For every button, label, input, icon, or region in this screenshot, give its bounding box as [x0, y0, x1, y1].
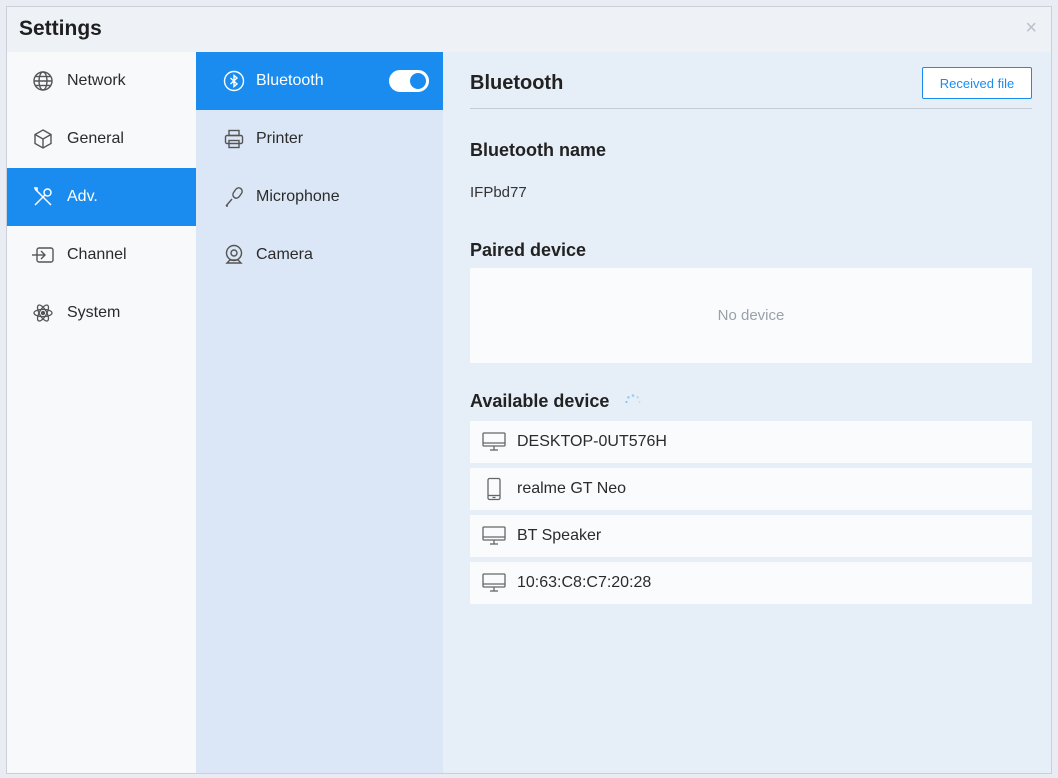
list-item[interactable]: realme GT Neo — [470, 468, 1032, 510]
device-name: 10:63:C8:C7:20:28 — [517, 574, 652, 591]
toggle-knob — [410, 73, 426, 89]
sidebar-item-label: General — [67, 130, 124, 147]
bluetooth-icon — [222, 69, 246, 93]
submenu-item-label: Bluetooth — [256, 72, 324, 89]
device-name: realme GT Neo — [517, 480, 627, 497]
submenu-item-label: Camera — [256, 246, 313, 263]
divider — [470, 108, 1032, 109]
bluetooth-name-value: IFPbd77 — [470, 184, 527, 201]
settings-sidebar: Network General Adv. Channel System — [7, 52, 196, 773]
phone-icon — [480, 477, 508, 501]
submenu-item-label: Printer — [256, 130, 304, 147]
device-name: BT Speaker — [517, 527, 602, 544]
submenu-item-printer[interactable]: Printer — [196, 110, 443, 168]
close-icon[interactable]: × — [1025, 17, 1037, 40]
paired-device-list: No device — [470, 268, 1032, 363]
device-name: DESKTOP-0UT576H — [517, 433, 667, 450]
sidebar-item-adv[interactable]: Adv. — [7, 168, 196, 226]
microphone-icon — [222, 185, 246, 209]
input-icon — [31, 243, 55, 267]
monitor-icon — [480, 524, 508, 548]
title-bar: Settings × — [7, 7, 1051, 52]
sidebar-item-network[interactable]: Network — [7, 52, 196, 110]
atom-icon — [31, 301, 55, 325]
monitor-icon — [480, 430, 508, 454]
bluetooth-toggle[interactable] — [389, 70, 429, 92]
submenu-item-camera[interactable]: Camera — [196, 226, 443, 284]
loading-spinner-icon — [624, 393, 642, 411]
submenu-item-label: Microphone — [256, 188, 340, 205]
sidebar-item-label: System — [67, 304, 121, 321]
cube-icon — [31, 127, 55, 151]
list-item[interactable]: 10:63:C8:C7:20:28 — [470, 562, 1032, 604]
paired-empty-text: No device — [717, 307, 785, 324]
available-device-heading: Available device — [470, 391, 610, 411]
sidebar-item-label: Network — [67, 72, 126, 89]
received-file-button[interactable]: Received file — [922, 67, 1032, 99]
list-item[interactable]: BT Speaker — [470, 515, 1032, 557]
sidebar-item-general[interactable]: General — [7, 110, 196, 168]
sidebar-item-label: Adv. — [67, 188, 98, 205]
camera-icon — [222, 243, 246, 267]
sidebar-item-label: Channel — [67, 246, 127, 263]
monitor-icon — [480, 571, 508, 595]
printer-icon — [222, 127, 246, 151]
adv-submenu: Bluetooth Printer Microphone Camera — [196, 52, 443, 773]
list-item[interactable]: DESKTOP-0UT576H — [470, 421, 1032, 463]
settings-window: Settings × Network General Adv. Channel … — [6, 6, 1052, 774]
available-device-list: DESKTOP-0UT576H realme GT Neo BT Speaker — [470, 421, 1032, 609]
bluetooth-panel: Bluetooth Received file Bluetooth name I… — [443, 52, 1051, 773]
sidebar-item-channel[interactable]: Channel — [7, 226, 196, 284]
submenu-item-bluetooth[interactable]: Bluetooth — [196, 52, 443, 110]
available-device-header: Available device — [470, 391, 642, 412]
sidebar-item-system[interactable]: System — [7, 284, 196, 342]
bluetooth-name-heading: Bluetooth name — [470, 140, 607, 160]
paired-device-heading: Paired device — [470, 240, 587, 260]
tools-icon — [31, 185, 55, 209]
globe-icon — [31, 69, 55, 93]
panel-title: Bluetooth — [470, 72, 564, 94]
window-title: Settings — [19, 17, 102, 40]
submenu-item-microphone[interactable]: Microphone — [196, 168, 443, 226]
